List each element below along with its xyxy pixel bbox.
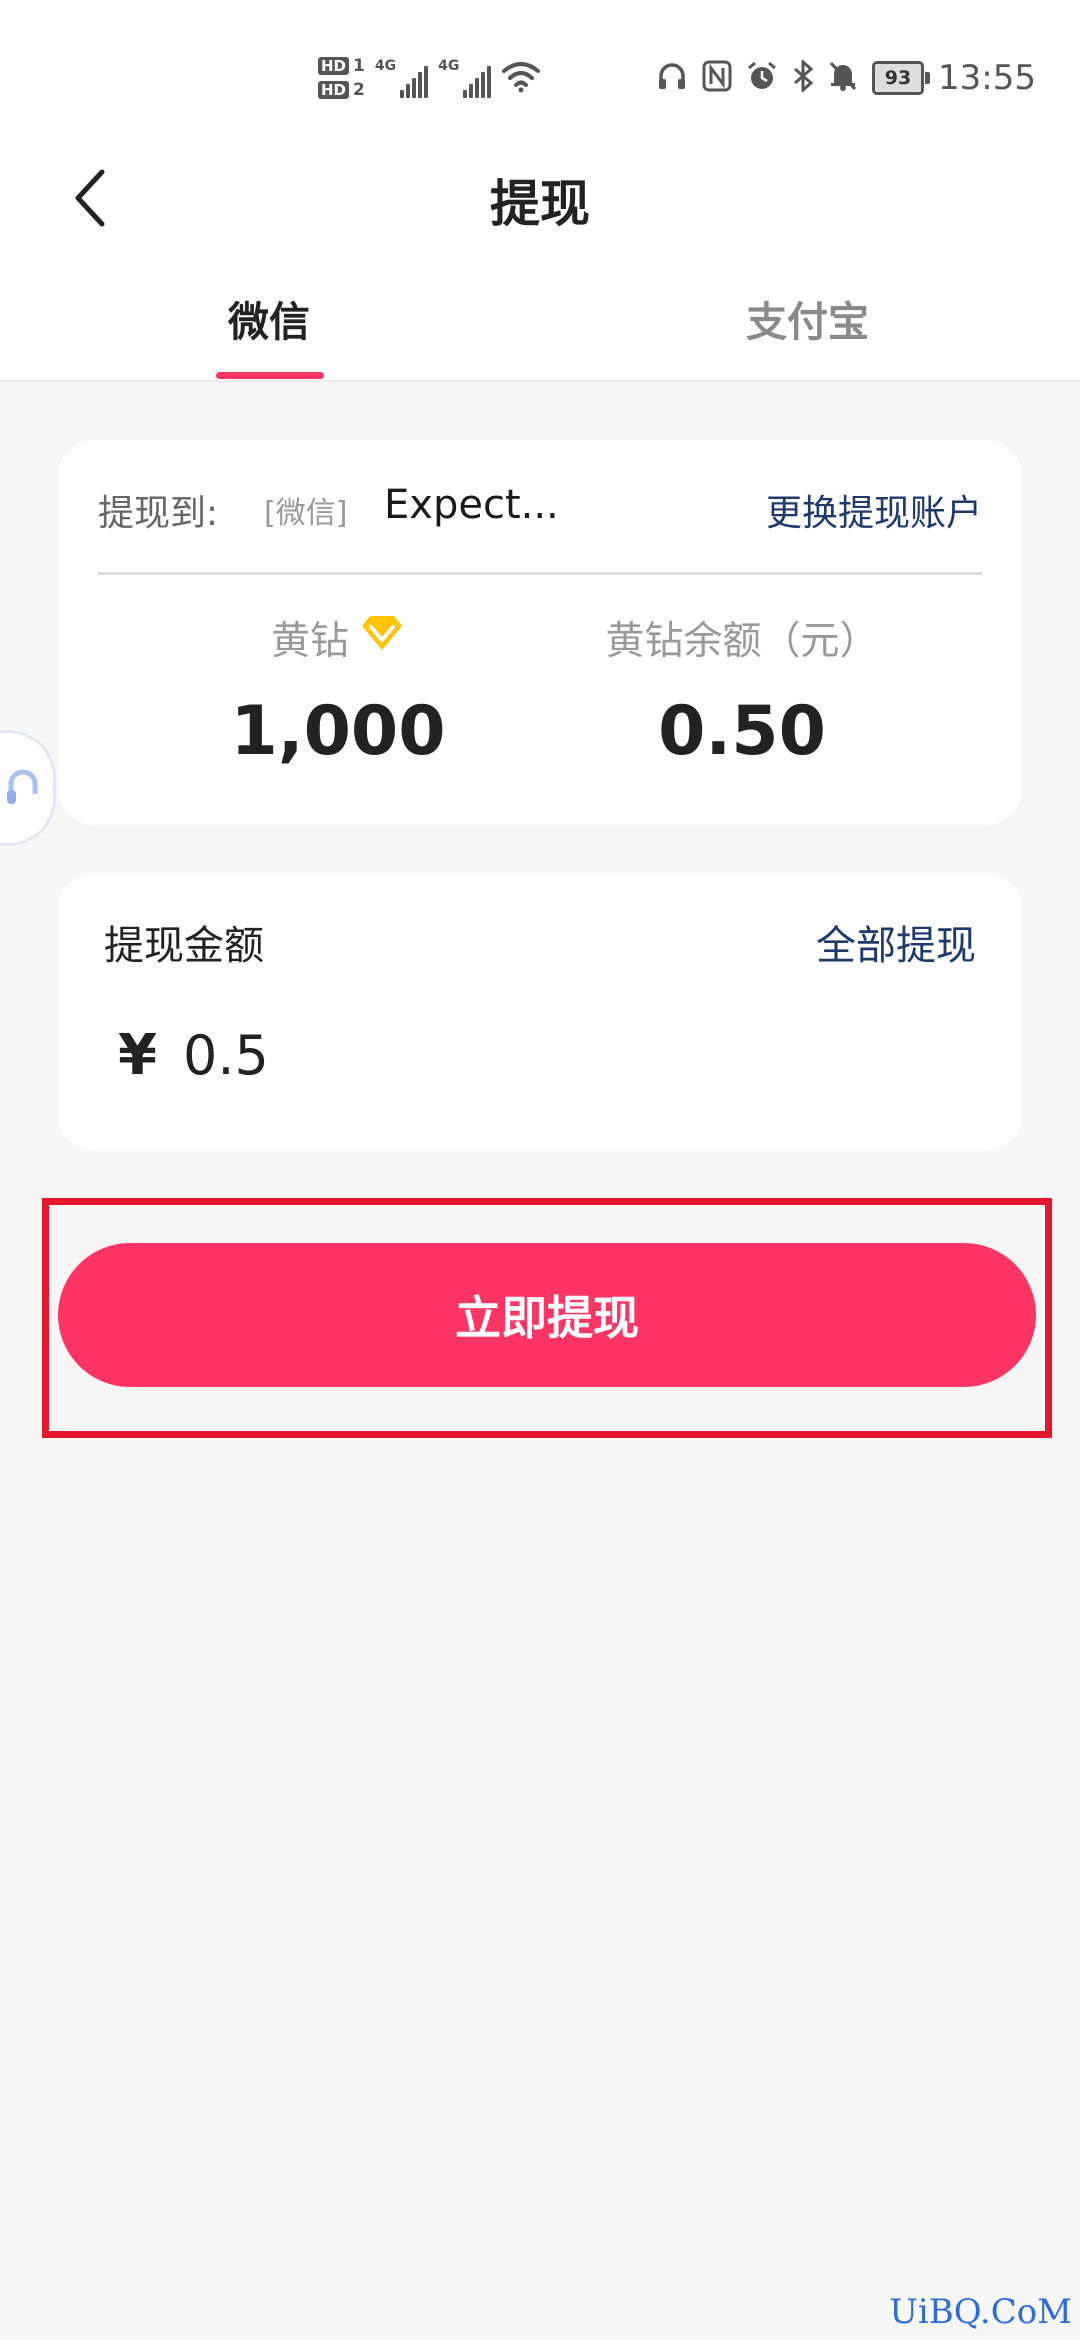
signal-icon: 4G xyxy=(375,58,429,98)
payment-tabs: 微信 支付宝 xyxy=(0,270,1080,380)
amount-value: 0.5 xyxy=(182,1024,269,1087)
alarm-icon xyxy=(746,60,778,96)
nav-header: 提现 xyxy=(0,150,1080,250)
floating-assistant-button[interactable] xyxy=(0,730,56,846)
hd1-indicator: HD 1 xyxy=(318,57,365,75)
active-tab-indicator xyxy=(216,372,324,379)
mute-bell-icon xyxy=(828,60,858,96)
page-title: 提现 xyxy=(490,175,590,233)
amount-input[interactable]: ¥ 0.5 xyxy=(118,1023,269,1088)
tab-alipay[interactable]: 支付宝 xyxy=(746,288,869,348)
currency-symbol: ¥ xyxy=(118,1023,157,1088)
watermark: UiBQ.CoM xyxy=(889,2292,1072,2332)
battery-indicator: 93 xyxy=(872,61,931,95)
wifi-icon xyxy=(501,59,541,97)
diamond-label: 黄钻 xyxy=(270,619,349,664)
status-left: HD 1 HD 2 4G 4G xyxy=(318,48,541,108)
account-row: 提现到: [微信] Expect... 更换提现账户 xyxy=(98,440,982,575)
headset-icon xyxy=(5,764,41,812)
diamond-value: 1,000 xyxy=(230,692,446,771)
withdraw-page: HD 1 HD 2 4G 4G 93 13:55 提现 微信 支付宝 提现到: … xyxy=(0,0,1080,2340)
amount-label: 提现金额 xyxy=(104,923,264,969)
withdraw-all-link[interactable]: 全部提现 xyxy=(816,913,976,971)
balance-value: 0.50 xyxy=(658,692,826,771)
hd-indicators: HD 1 HD 2 xyxy=(318,57,365,99)
bluetooth-icon xyxy=(792,58,814,96)
clock: 13:55 xyxy=(938,58,1036,98)
headphones-icon xyxy=(656,60,688,96)
diamond-stat-label: 黄钻 xyxy=(118,612,558,664)
status-bar: HD 1 HD 2 4G 4G 93 13:55 xyxy=(0,0,1080,150)
balance-label: 黄钻余额（元） xyxy=(605,619,879,664)
nfc-icon xyxy=(702,60,732,96)
account-name: Expect... xyxy=(384,482,559,528)
account-card: 提现到: [微信] Expect... 更换提现账户 黄钻 1,000 黄钻余额… xyxy=(58,440,1022,825)
tab-wechat[interactable]: 微信 xyxy=(228,288,310,348)
diamond-icon xyxy=(359,614,405,662)
top-panel: HD 1 HD 2 4G 4G 93 13:55 提现 微信 支付宝 xyxy=(0,0,1080,382)
status-right: 93 13:55 xyxy=(656,52,1036,104)
hd2-indicator: HD 2 xyxy=(318,81,365,99)
account-method: [微信] xyxy=(264,496,348,531)
amount-card: 提现金额 全部提现 ¥ 0.5 xyxy=(58,873,1022,1151)
signal-icon: 4G xyxy=(438,58,492,98)
balance-stat: 黄钻余额（元） 0.50 xyxy=(522,612,962,771)
withdraw-to-label: 提现到: xyxy=(98,493,219,534)
withdraw-now-button[interactable]: 立即提现 xyxy=(58,1243,1036,1387)
diamond-stat: 黄钻 1,000 xyxy=(118,612,558,771)
change-account-link[interactable]: 更换提现账户 xyxy=(766,484,982,536)
